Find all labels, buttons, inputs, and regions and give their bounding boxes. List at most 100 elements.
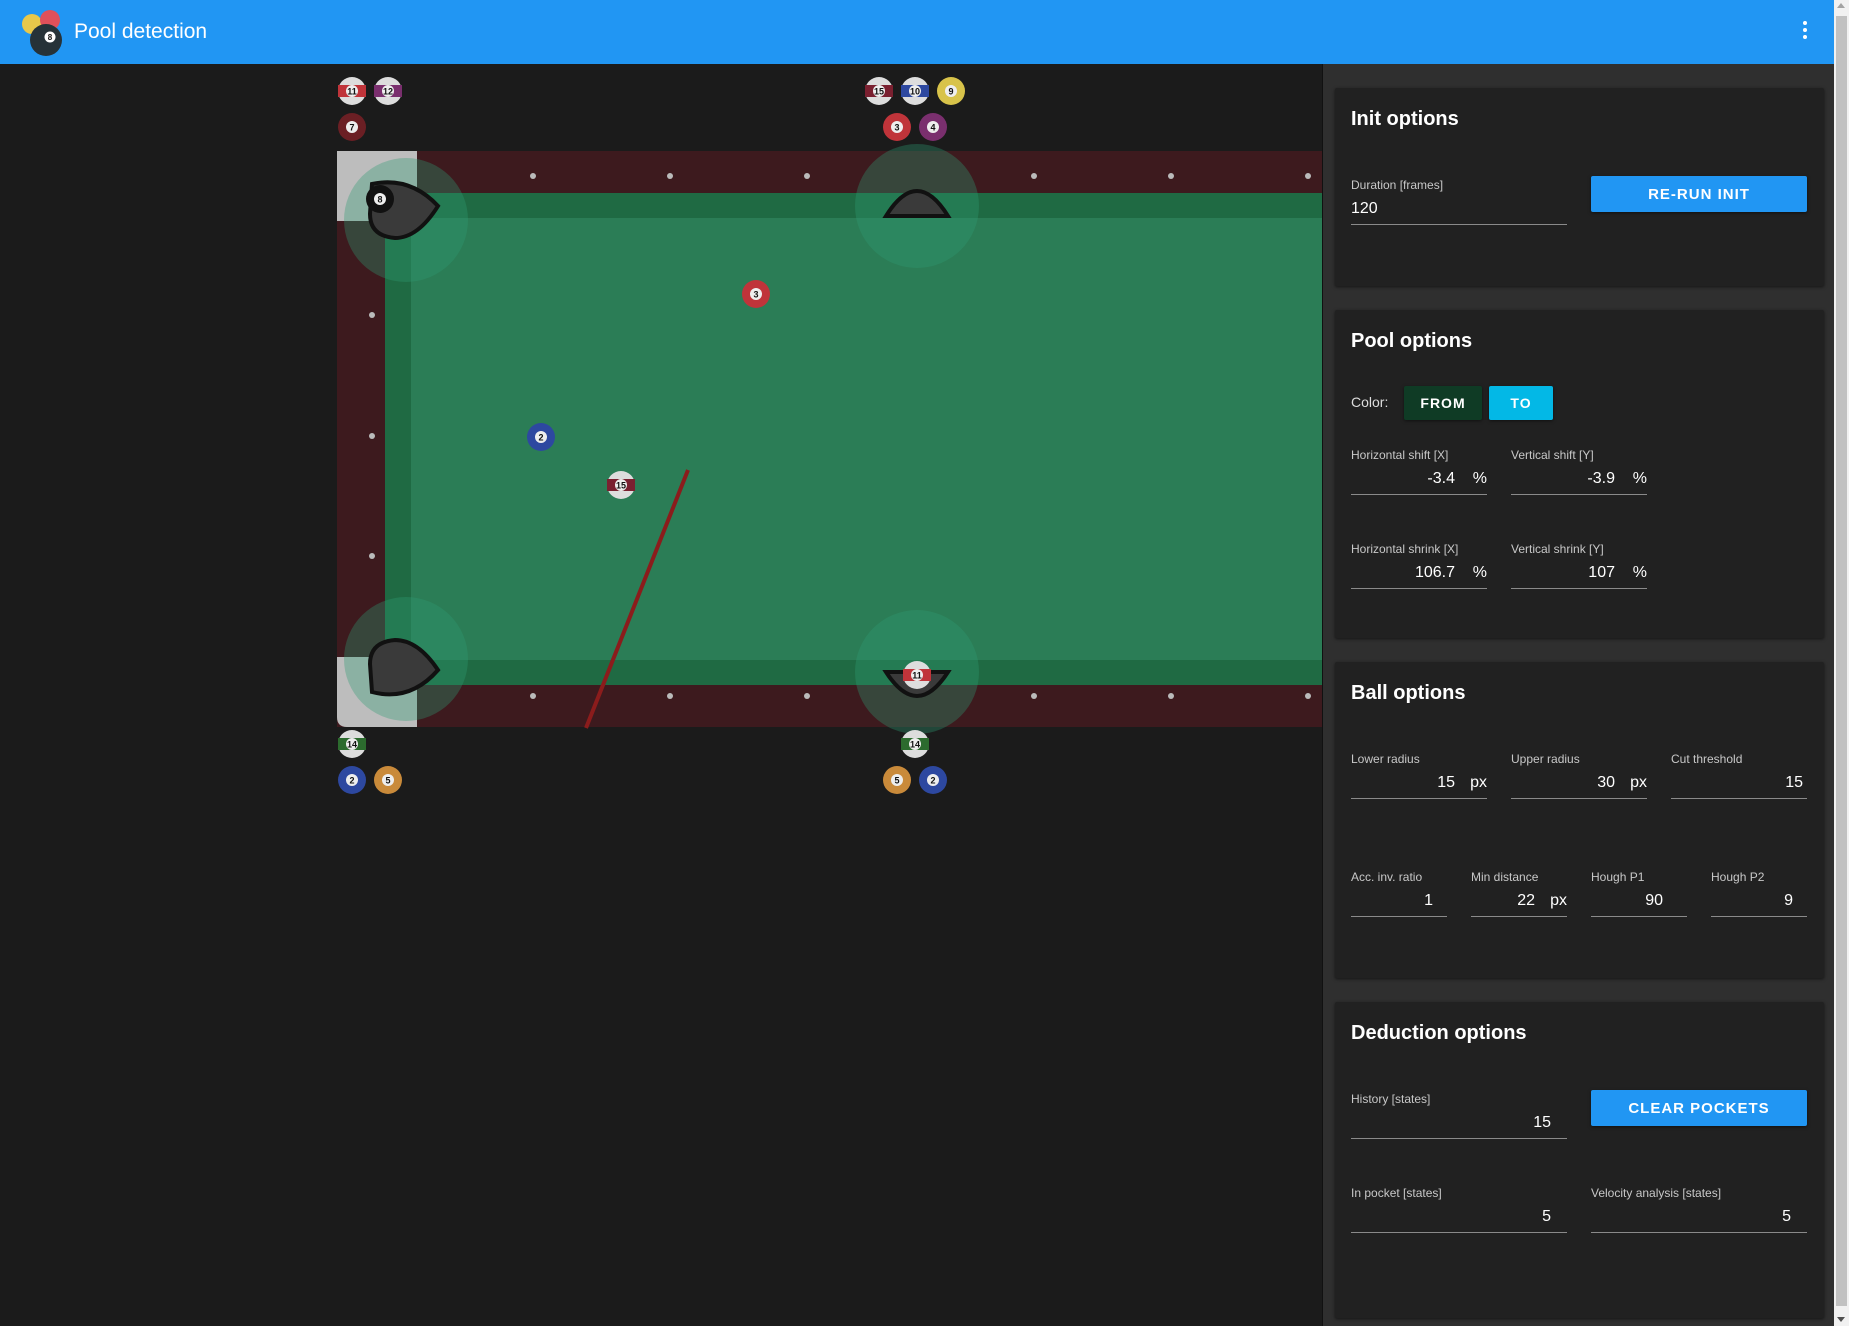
svg-text:9: 9 <box>948 87 953 97</box>
horizontal-shrink-label: Horizontal shrink [X] <box>1351 542 1459 556</box>
svg-text:2: 2 <box>930 776 935 786</box>
upper-radius-label: Upper radius <box>1511 752 1580 766</box>
vertical-shrink-field[interactable]: Vertical shrink [Y] % <box>1511 542 1647 589</box>
pool-options-title: Pool options <box>1351 330 1473 352</box>
clear-pockets-button[interactable]: CLEAR POCKETS <box>1591 1090 1807 1126</box>
min-distance-input[interactable] <box>1471 892 1535 910</box>
cut-threshold-input[interactable] <box>1671 774 1803 792</box>
percent-unit: % <box>1472 470 1487 487</box>
hough-p1-label: Hough P1 <box>1591 870 1645 884</box>
lower-radius-input[interactable] <box>1351 774 1455 792</box>
velocity-analysis-field[interactable]: Velocity analysis [states] <box>1591 1186 1807 1233</box>
init-options-title: Init options <box>1351 108 1459 130</box>
svg-text:3: 3 <box>894 123 899 133</box>
lower-radius-field[interactable]: Lower radius px <box>1351 752 1487 799</box>
app-title: Pool detection <box>74 20 208 43</box>
svg-text:11: 11 <box>347 87 357 97</box>
vertical-shrink-input[interactable] <box>1511 564 1615 582</box>
ball-options-card: Ball options Lower radius px Upper radiu… <box>1335 662 1824 978</box>
svg-text:8: 8 <box>48 33 53 42</box>
scrollbar-thumb[interactable] <box>1836 16 1847 1306</box>
min-distance-label: Min distance <box>1471 870 1539 884</box>
scroll-down-arrow-icon[interactable] <box>1837 1317 1845 1322</box>
in-pocket-field[interactable]: In pocket [states] <box>1351 1186 1567 1233</box>
upper-radius-input[interactable] <box>1511 774 1615 792</box>
pool-table-canvas: 3 2 15 8 11 11 12 7 15 10 9 3 4 14 2 5 1… <box>337 77 1322 794</box>
percent-unit: % <box>1632 470 1647 487</box>
hough-p1-input[interactable] <box>1591 892 1663 910</box>
vertical-shift-label: Vertical shift [Y] <box>1511 448 1594 462</box>
pocketed-top-center: 15 10 9 3 4 <box>865 77 965 141</box>
horizontal-shift-label: Horizontal shift [X] <box>1351 448 1449 462</box>
app-bar: 8 Pool detection <box>0 0 1834 64</box>
acc-inv-ratio-label: Acc. inv. ratio <box>1351 870 1423 884</box>
acc-inv-ratio-input[interactable] <box>1351 892 1433 910</box>
horizontal-shrink-field[interactable]: Horizontal shrink [X] % <box>1351 542 1487 589</box>
deduction-options-title: Deduction options <box>1351 1022 1527 1044</box>
px-unit: px <box>1470 774 1487 791</box>
history-field[interactable]: History [states] <box>1351 1092 1567 1139</box>
svg-text:3: 3 <box>753 290 758 300</box>
page-scrollbar[interactable] <box>1834 0 1849 1326</box>
hough-p2-input[interactable] <box>1711 892 1793 910</box>
table-view: 3 2 15 8 11 11 12 7 15 10 9 3 4 14 2 5 1… <box>0 64 1322 1326</box>
more-vert-icon[interactable] <box>1795 18 1815 46</box>
svg-text:15: 15 <box>616 481 626 491</box>
vertical-shift-field[interactable]: Vertical shift [Y] % <box>1511 448 1647 495</box>
hough-p1-field[interactable]: Hough P1 <box>1591 870 1687 917</box>
svg-text:2: 2 <box>349 776 354 786</box>
svg-text:4: 4 <box>930 123 935 133</box>
vertical-shift-input[interactable] <box>1511 470 1615 488</box>
svg-text:10: 10 <box>910 87 920 97</box>
svg-text:2: 2 <box>538 433 543 443</box>
svg-text:11: 11 <box>912 671 922 681</box>
percent-unit: % <box>1472 564 1487 581</box>
acc-inv-ratio-field[interactable]: Acc. inv. ratio <box>1351 870 1447 917</box>
cut-threshold-field[interactable]: Cut threshold <box>1671 752 1807 799</box>
upper-radius-field[interactable]: Upper radius px <box>1511 752 1647 799</box>
pocketed-top-left: 11 12 7 <box>338 77 402 141</box>
horizontal-shift-field[interactable]: Horizontal shift [X] % <box>1351 448 1487 495</box>
color-to-button[interactable]: TO <box>1489 386 1553 420</box>
pocketed-bottom-center: 14 5 2 <box>883 730 947 794</box>
duration-input[interactable] <box>1351 200 1551 218</box>
in-pocket-label: In pocket [states] <box>1351 1186 1442 1200</box>
svg-text:5: 5 <box>385 776 390 786</box>
percent-unit: % <box>1632 564 1647 581</box>
horizontal-shrink-input[interactable] <box>1351 564 1455 582</box>
color-from-button[interactable]: FROM <box>1404 386 1482 420</box>
ball-options-title: Ball options <box>1351 682 1466 704</box>
horizontal-shift-input[interactable] <box>1351 470 1455 488</box>
svg-text:5: 5 <box>894 776 899 786</box>
pool-balls-logo-icon: 8 <box>22 10 62 56</box>
scroll-up-arrow-icon[interactable] <box>1837 3 1845 8</box>
ball-15: 15 <box>607 471 635 499</box>
svg-text:14: 14 <box>347 740 357 750</box>
color-label: Color: <box>1351 394 1389 410</box>
history-input[interactable] <box>1351 1114 1551 1132</box>
options-sidebar: Init options Duration [frames] RE-RUN IN… <box>1322 64 1834 1326</box>
velocity-analysis-label: Velocity analysis [states] <box>1591 1186 1722 1200</box>
hough-p2-label: Hough P2 <box>1711 870 1765 884</box>
velocity-analysis-input[interactable] <box>1591 1208 1791 1226</box>
deduction-options-card: Deduction options History [states] CLEAR… <box>1335 1002 1824 1318</box>
svg-text:12: 12 <box>383 87 393 97</box>
pool-options-card: Pool options Color: FROM TO Horizontal s… <box>1335 310 1824 638</box>
pocketed-bottom-left: 14 2 5 <box>338 730 402 794</box>
duration-label: Duration [frames] <box>1351 178 1444 192</box>
lower-radius-label: Lower radius <box>1351 752 1420 766</box>
in-pocket-input[interactable] <box>1351 1208 1551 1226</box>
svg-text:14: 14 <box>910 740 920 750</box>
duration-field[interactable]: Duration [frames] <box>1351 178 1567 225</box>
ball-8: 8 <box>366 185 394 213</box>
min-distance-field[interactable]: Min distance px <box>1471 870 1567 917</box>
vertical-shrink-label: Vertical shrink [Y] <box>1511 542 1604 556</box>
init-options-card: Init options Duration [frames] RE-RUN IN… <box>1335 88 1824 286</box>
rerun-init-button[interactable]: RE-RUN INIT <box>1591 176 1807 212</box>
ball-3: 3 <box>742 280 770 308</box>
svg-text:7: 7 <box>349 123 354 133</box>
px-unit: px <box>1550 892 1567 909</box>
svg-text:15: 15 <box>874 87 884 97</box>
ball-11: 11 <box>903 661 931 689</box>
hough-p2-field[interactable]: Hough P2 <box>1711 870 1807 917</box>
